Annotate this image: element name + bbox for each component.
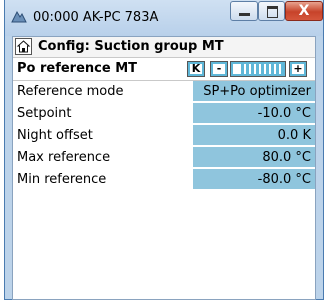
close-icon: X	[298, 3, 310, 19]
setting-label: Min reference	[17, 172, 107, 187]
first-page-icon: K	[190, 62, 202, 75]
setting-label: Reference mode	[17, 84, 124, 99]
window-title: 00:000 AK-PC 783A	[33, 10, 159, 25]
page-position-ticks	[239, 64, 283, 74]
config-title: Config: Suction group MT	[38, 39, 224, 54]
home-icon	[16, 40, 31, 53]
maximize-button[interactable]	[258, 1, 285, 21]
setting-value[interactable]: 80.0 °C	[193, 147, 315, 168]
minimize-button[interactable]	[230, 1, 258, 21]
home-button[interactable]	[15, 38, 32, 55]
parameter-title: Po reference MT	[17, 61, 138, 76]
config-header: Config: Suction group MT	[13, 37, 315, 58]
setting-row-min-reference[interactable]: Min reference -80.0 °C	[13, 169, 315, 191]
previous-page-icon: -	[213, 63, 225, 74]
next-page-icon: +	[292, 62, 304, 75]
setting-value[interactable]: SP+Po optimizer	[193, 81, 315, 102]
setting-row-reference-mode[interactable]: Reference mode SP+Po optimizer	[13, 81, 315, 103]
setting-row-setpoint[interactable]: Setpoint -10.0 °C	[13, 103, 315, 125]
first-page-button[interactable]: K	[187, 61, 205, 77]
minimize-icon	[239, 13, 250, 16]
setting-value[interactable]: -10.0 °C	[193, 103, 315, 124]
setting-row-night-offset[interactable]: Night offset 0.0 K	[13, 125, 315, 147]
app-window: 00:000 AK-PC 783A X Config: Suction grou…	[4, 0, 324, 300]
page-position-bar[interactable]	[230, 61, 286, 77]
next-page-button[interactable]: +	[289, 61, 307, 77]
close-button[interactable]: X	[285, 1, 323, 21]
parameter-header: Po reference MT K - +	[13, 58, 315, 81]
content-panel: Config: Suction group MT Po reference MT…	[12, 36, 316, 300]
setting-label: Max reference	[17, 150, 111, 165]
setting-label: Setpoint	[17, 106, 72, 121]
setting-value[interactable]: 0.0 K	[193, 125, 315, 146]
setting-value[interactable]: -80.0 °C	[193, 169, 315, 190]
setting-row-max-reference[interactable]: Max reference 80.0 °C	[13, 147, 315, 169]
previous-page-button[interactable]: -	[210, 61, 228, 77]
setting-label: Night offset	[17, 128, 93, 143]
maximize-icon	[267, 6, 278, 18]
title-bar[interactable]: 00:000 AK-PC 783A X	[5, 0, 323, 36]
app-icon	[11, 10, 27, 23]
